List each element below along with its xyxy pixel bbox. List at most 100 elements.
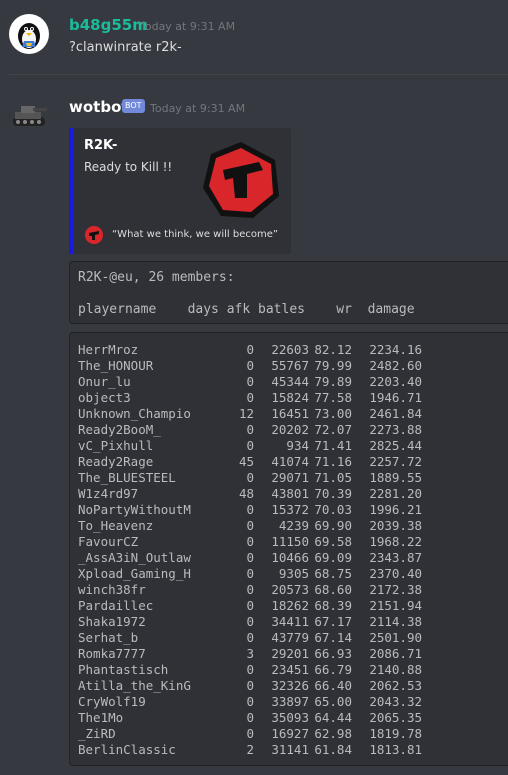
table-row: _ZiRD 0 16927 62.98 1819.78: [78, 726, 508, 742]
player-name: Romka7777: [78, 646, 146, 661]
embed-description: Ready to Kill !!: [84, 160, 173, 174]
damage: 2140.88: [369, 662, 422, 677]
player-name: Serhat_b: [78, 630, 139, 645]
player-name: Onur_lu: [78, 374, 131, 389]
username-wotbot[interactable]: wotbot: [69, 98, 129, 116]
battles: 32326: [271, 678, 309, 693]
winrate: 62.98: [314, 726, 352, 741]
winrate: 72.07: [314, 422, 352, 437]
penguin-avatar-icon[interactable]: [9, 14, 49, 54]
damage: 1813.81: [369, 742, 422, 757]
winrate: 71.16: [314, 454, 352, 469]
days-afk: 0: [246, 422, 254, 437]
battles: 934: [286, 438, 309, 453]
damage: 2343.87: [369, 550, 422, 565]
damage: 1968.22: [369, 534, 422, 549]
embed-footer: “What we think, we will become”: [112, 229, 279, 240]
days-afk: 0: [246, 694, 254, 709]
days-afk: 0: [246, 582, 254, 597]
damage: 2273.88: [369, 422, 422, 437]
days-afk: 0: [246, 518, 254, 533]
battles: 16451: [271, 406, 309, 421]
clan-logo-icon[interactable]: [201, 140, 281, 220]
winrate: 82.12: [314, 342, 352, 357]
code-block-header: R2K-@eu, 26 members: playername days afk…: [69, 261, 508, 324]
timestamp: Today at 9:31 AM: [150, 102, 246, 115]
table-row: Atilla_the_KinG 0 32326 66.40 2062.53: [78, 678, 508, 694]
table-row: Shaka1972 0 34411 67.17 2114.38: [78, 614, 508, 630]
days-afk: 0: [246, 438, 254, 453]
days-afk: 0: [246, 550, 254, 565]
winrate: 79.89: [314, 374, 352, 389]
days-afk: 0: [246, 374, 254, 389]
winrate: 67.17: [314, 614, 352, 629]
days-afk: 0: [246, 534, 254, 549]
damage: 1996.21: [369, 502, 422, 517]
damage: 2257.72: [369, 454, 422, 469]
table-row: object3 0 15824 77.58 1946.71: [78, 390, 508, 406]
members-summary: R2K-@eu, 26 members:: [78, 270, 235, 285]
winrate: 66.79: [314, 662, 352, 677]
table-row: vC_Pixhull 0 934 71.41 2825.44: [78, 438, 508, 454]
player-name: To_Heavenz: [78, 518, 154, 533]
days-afk: 0: [246, 358, 254, 373]
winrate: 77.58: [314, 390, 352, 405]
player-name: NoPartyWithoutM: [78, 502, 191, 517]
battles: 29071: [271, 470, 309, 485]
battles: 9305: [278, 566, 309, 581]
player-name: vC_Pixhull: [78, 438, 154, 453]
days-afk: 0: [246, 598, 254, 613]
damage: 2151.94: [369, 598, 422, 613]
table-row: HerrMroz 0 22603 82.12 2234.16: [78, 342, 508, 358]
winrate: 71.05: [314, 470, 352, 485]
damage: 2172.38: [369, 582, 422, 597]
embed-title: R2K-: [84, 138, 118, 153]
damage: 1946.71: [369, 390, 422, 405]
winrate: 73.00: [314, 406, 352, 421]
player-name: Unknown_Champio: [78, 406, 191, 421]
player-name: Atilla_the_KinG: [78, 678, 191, 693]
days-afk: 0: [246, 662, 254, 677]
player-name: The_HONOUR: [78, 358, 154, 373]
column-headers: playername days afk batles wr damage: [78, 302, 415, 317]
days-afk: 48: [238, 486, 254, 501]
battles: 11150: [271, 534, 309, 549]
username-b48g55m[interactable]: b48g55m: [69, 16, 148, 34]
table-row: Unknown_Champio 12 16451 73.00 2461.84: [78, 406, 508, 422]
days-afk: 0: [246, 390, 254, 405]
damage: 2370.40: [369, 566, 422, 581]
winrate: 79.99: [314, 358, 352, 373]
player-name: _AssA3iN_Outlaw: [78, 550, 191, 565]
battles: 45344: [271, 374, 309, 389]
days-afk: 0: [246, 678, 254, 693]
player-name: FavourCZ: [78, 534, 139, 549]
days-afk: 2: [246, 742, 254, 757]
tank-avatar-icon[interactable]: [9, 95, 49, 135]
damage: 2281.20: [369, 486, 422, 501]
winrate: 68.39: [314, 598, 352, 613]
days-afk: 12: [238, 406, 254, 421]
days-afk: 0: [246, 726, 254, 741]
player-name: _ZiRD: [78, 726, 116, 741]
battles: 31141: [271, 742, 309, 757]
battles: 16927: [271, 726, 309, 741]
player-name: CryWolf19: [78, 694, 146, 709]
player-name: Shaka1972: [78, 614, 146, 629]
message-text: ?clanwinrate r2k-: [69, 40, 182, 55]
damage: 2461.84: [369, 406, 422, 421]
battles: 41074: [271, 454, 309, 469]
winrate: 68.60: [314, 582, 352, 597]
table-row: Ready2BooM_ 0 20202 72.07 2273.88: [78, 422, 508, 438]
player-name: Ready2BooM_: [78, 422, 161, 437]
days-afk: 0: [246, 614, 254, 629]
player-name: Pardaillec: [78, 598, 154, 613]
winrate: 69.09: [314, 550, 352, 565]
battles: 4239: [278, 518, 309, 533]
damage: 2039.38: [369, 518, 422, 533]
damage: 2501.90: [369, 630, 422, 645]
table-row: Serhat_b 0 43779 67.14 2501.90: [78, 630, 508, 646]
damage: 1889.55: [369, 470, 422, 485]
table-row: Romka7777 3 29201 66.93 2086.71: [78, 646, 508, 662]
table-row: CryWolf19 0 33897 65.00 2043.32: [78, 694, 508, 710]
table-row: Xpload_Gaming_H 0 9305 68.75 2370.40: [78, 566, 508, 582]
